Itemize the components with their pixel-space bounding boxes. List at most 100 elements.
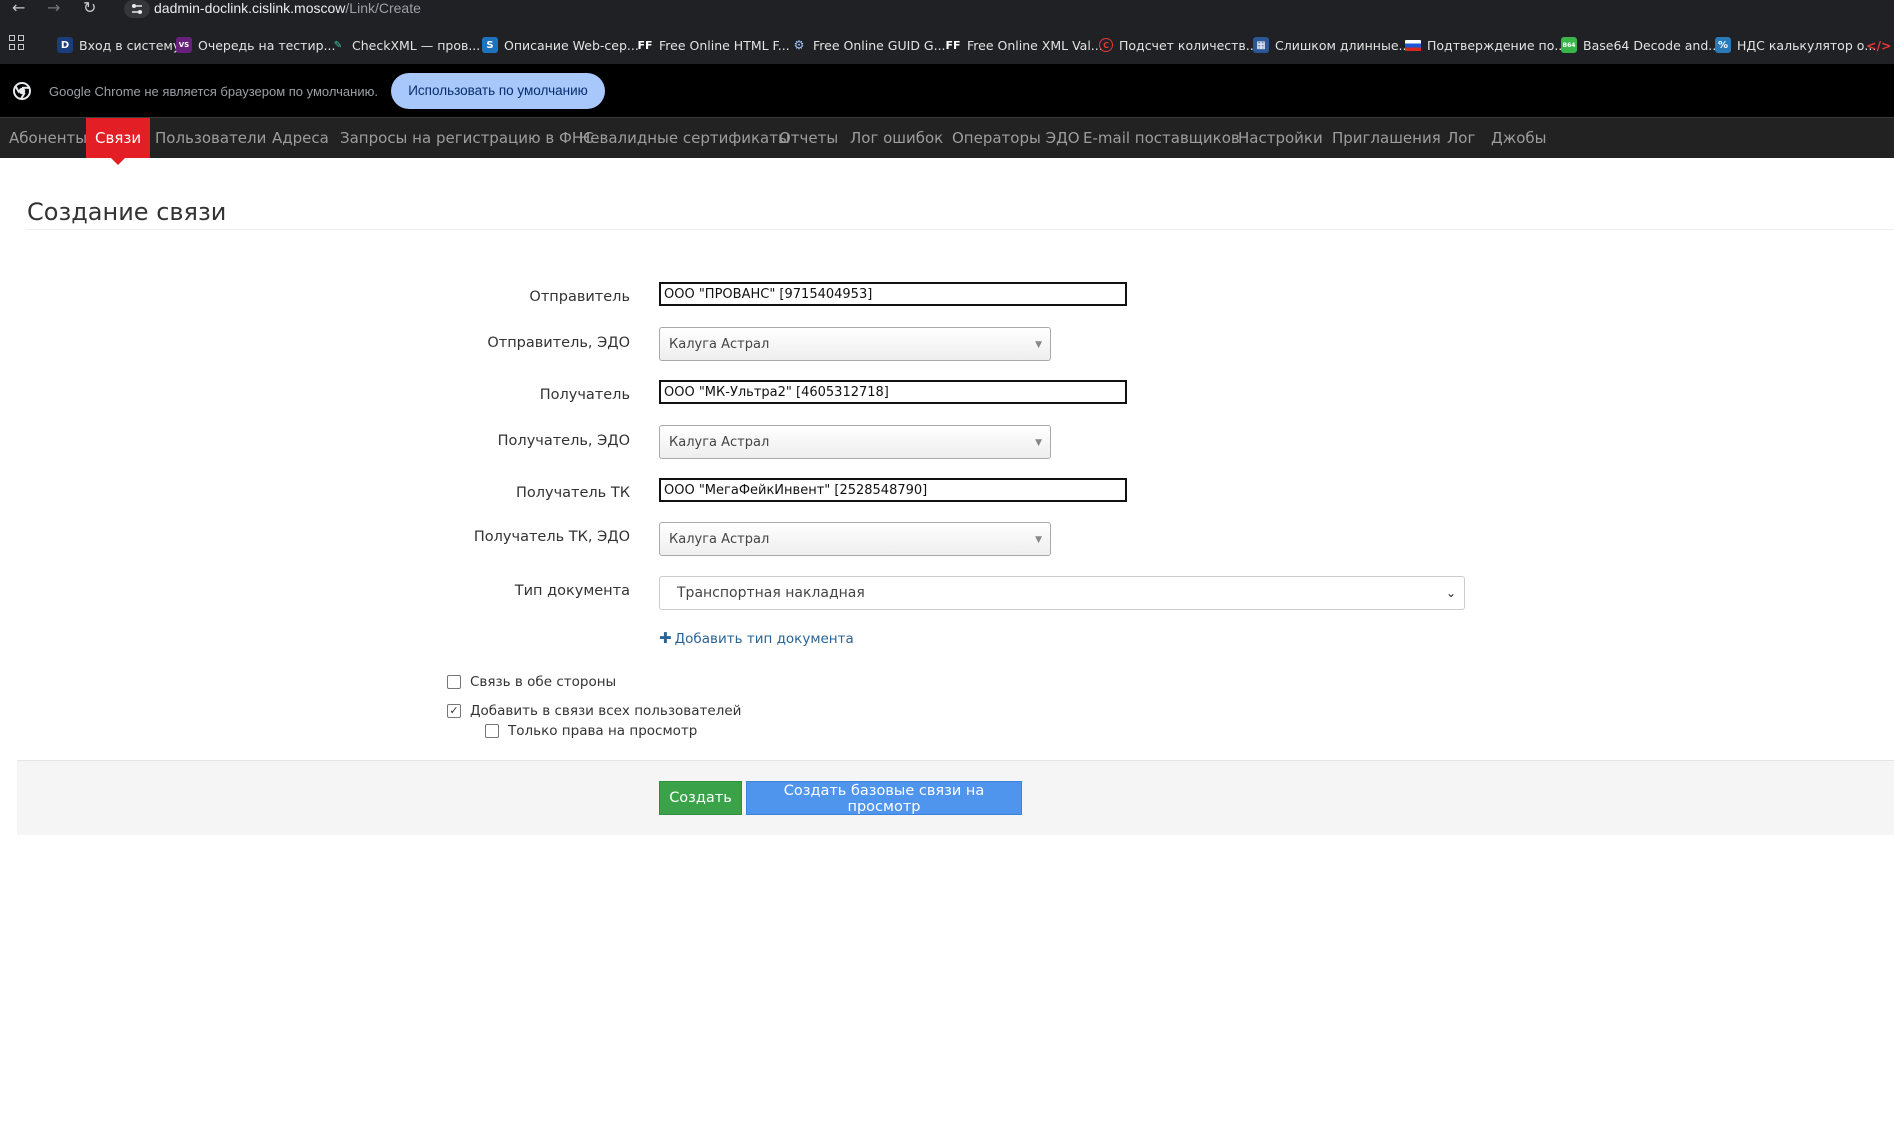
- counter-icon: C: [1099, 38, 1113, 52]
- add-doc-type-link[interactable]: ✚ Добавить тип документа: [659, 629, 854, 647]
- nav-item-edo-operators[interactable]: Операторы ЭДО: [943, 118, 1089, 158]
- main-navbar: Абоненты Связи Пользователи Адреса Запро…: [0, 118, 1894, 165]
- nav-item-supplier-emails[interactable]: E-mail поставщиков: [1074, 118, 1249, 158]
- nav-item-invitations[interactable]: Приглашения: [1323, 118, 1450, 158]
- nav-item-invalid-certs[interactable]: Невалидные сертификаты: [570, 118, 799, 158]
- nav-item-fns-requests[interactable]: Запросы на регистрацию в ФНС: [331, 118, 603, 158]
- add-all-users-option: ✓ Добавить в связи всех пользователей: [447, 703, 741, 719]
- add-all-users-checkbox[interactable]: ✓: [447, 704, 461, 718]
- url-host: dadmin-doclink.cislink.moscow: [154, 0, 346, 16]
- nav-item-settings[interactable]: Настройки: [1229, 118, 1332, 158]
- receiver-input[interactable]: [659, 380, 1127, 404]
- freeformatter-icon: FF: [637, 38, 653, 52]
- web-service-icon: S: [482, 37, 498, 53]
- freeformatter-icon: FF: [945, 38, 961, 52]
- nav-item-users[interactable]: Пользователи: [146, 118, 275, 158]
- both-ways-label: Связь в обе стороны: [470, 674, 617, 690]
- dropdown-arrow-icon: ▼: [1035, 535, 1042, 545]
- receiver-label: Получатель: [539, 387, 630, 403]
- receiver-tk-input[interactable]: [659, 478, 1127, 502]
- sender-edo-value: Калуга Астрал: [669, 337, 770, 352]
- url-path: /Link/Create: [345, 0, 421, 16]
- sender-input[interactable]: [659, 282, 1127, 306]
- bookmark-item[interactable]: B64 Base64 Decode and...: [1561, 35, 1720, 55]
- bookmark-item[interactable]: ▦ Слишком длинные...: [1253, 35, 1410, 55]
- bookmark-label: Подсчет количеств...: [1119, 37, 1258, 53]
- nav-item-links[interactable]: Связи: [86, 118, 151, 165]
- default-browser-infobar: Google Chrome не является браузером по у…: [0, 64, 1894, 118]
- bookmark-d-icon: D: [57, 37, 73, 53]
- doc-type-value: Транспортная накладная: [677, 585, 865, 601]
- bookmark-item[interactable]: ✎ CheckXML — пров...: [330, 35, 480, 55]
- back-icon[interactable]: ←: [12, 0, 25, 16]
- bookmark-label: Слишком длинные...: [1275, 37, 1411, 53]
- sender-label: Отправитель: [529, 289, 630, 305]
- receiver-tk-edo-label: Получатель ТК, ЭДО: [473, 529, 630, 545]
- site-info-icon[interactable]: [124, 0, 150, 18]
- view-only-label: Только права на просмотр: [508, 723, 698, 739]
- visual-studio-icon: VS: [176, 37, 192, 53]
- bookmark-item[interactable]: % НДС калькулятор о...: [1715, 35, 1876, 55]
- nav-item-addresses[interactable]: Адреса: [263, 118, 338, 158]
- receiver-edo-select[interactable]: Калуга Астрал ▼: [659, 425, 1051, 459]
- sender-edo-select[interactable]: Калуга Астрал ▼: [659, 327, 1051, 361]
- document-icon: ▦: [1253, 37, 1269, 53]
- percent-icon: %: [1715, 37, 1731, 53]
- checkxml-icon: ✎: [333, 39, 343, 51]
- bookmark-item[interactable]: FF Free Online XML Val...: [945, 35, 1103, 55]
- gear-icon: ⚙: [793, 38, 805, 52]
- receiver-tk-edo-select[interactable]: Калуга Астрал ▼: [659, 522, 1051, 556]
- bookmark-label: Подтверждение по...: [1427, 37, 1567, 53]
- add-all-users-label: Добавить в связи всех пользователей: [470, 703, 742, 719]
- both-ways-checkbox[interactable]: [447, 675, 461, 689]
- russian-flag-icon: RU: [1405, 39, 1421, 51]
- dropdown-arrow-icon: ▼: [1035, 340, 1042, 350]
- bookmark-label: Base64 Decode and...: [1583, 37, 1721, 53]
- page-title: Создание связи: [27, 198, 227, 226]
- bookmark-label: CheckXML — пров...: [352, 37, 481, 53]
- apps-grid-icon[interactable]: [9, 35, 25, 51]
- bookmark-label: Free Online XML Val...: [967, 37, 1103, 53]
- receiver-edo-value: Калуга Астрал: [669, 435, 770, 450]
- view-only-option: Только права на просмотр: [485, 723, 697, 739]
- bookmark-label: Вход в систему: [79, 37, 181, 53]
- bookmark-label: Free Online HTML F...: [659, 37, 790, 53]
- chevron-down-icon: ⌄: [1445, 586, 1456, 600]
- browser-url-bar: ← → ↻ dadmin-doclink.cislink.moscow/Link…: [0, 0, 1894, 24]
- bookmark-item[interactable]: RU Подтверждение по...: [1405, 35, 1566, 55]
- infobar-message: Google Chrome не является браузером по у…: [49, 84, 378, 99]
- bookmark-label: Free Online GUID G...: [813, 37, 946, 53]
- bookmark-label: НДС калькулятор о...: [1737, 37, 1877, 53]
- set-default-button[interactable]: Использовать по умолчанию: [391, 73, 605, 109]
- nav-item-log[interactable]: Лог: [1438, 118, 1484, 158]
- base64-icon: B64: [1561, 37, 1577, 53]
- add-doc-type-label: Добавить тип документа: [674, 631, 854, 647]
- receiver-edo-label: Получатель, ЭДО: [497, 433, 630, 449]
- receiver-tk-label: Получатель ТК: [515, 485, 630, 501]
- bookmark-item[interactable]: VS Очередь на тестир...: [176, 35, 335, 55]
- doc-type-select[interactable]: Транспортная накладная ⌄: [659, 576, 1465, 610]
- chrome-logo-icon: [13, 82, 31, 100]
- plus-icon: ✚: [659, 629, 672, 647]
- forward-icon[interactable]: →: [47, 0, 60, 16]
- dropdown-arrow-icon: ▼: [1035, 438, 1042, 448]
- nav-item-reports[interactable]: Отчеты: [770, 118, 847, 158]
- address-field[interactable]: dadmin-doclink.cislink.moscow/Link/Creat…: [154, 0, 421, 16]
- doc-type-label: Тип документа: [514, 583, 630, 599]
- nav-item-error-log[interactable]: Лог ошибок: [841, 118, 952, 158]
- bookmark-item[interactable]: ⚙ Free Online GUID G...: [791, 35, 946, 55]
- bookmark-item[interactable]: FF Free Online HTML F...: [637, 35, 790, 55]
- nav-item-jobs[interactable]: Джобы: [1482, 118, 1556, 158]
- bookmark-label: Очередь на тестир...: [198, 37, 336, 53]
- create-base-links-button[interactable]: Создать базовые связи на просмотр: [746, 781, 1022, 815]
- reload-icon[interactable]: ↻: [83, 0, 96, 16]
- bookmark-item[interactable]: S Описание Web-сер...: [482, 35, 639, 55]
- receiver-tk-edo-value: Калуга Астрал: [669, 532, 770, 547]
- bookmark-item[interactable]: C Подсчет количеств...: [1099, 35, 1258, 55]
- bookmark-label: Описание Web-сер...: [504, 37, 639, 53]
- nav-item-subscribers[interactable]: Абоненты: [0, 118, 96, 158]
- view-only-checkbox[interactable]: [485, 724, 499, 738]
- bookmark-item[interactable]: D Вход в систему: [57, 35, 180, 55]
- create-button[interactable]: Создать: [659, 781, 742, 815]
- code-icon[interactable]: </>: [1866, 35, 1892, 55]
